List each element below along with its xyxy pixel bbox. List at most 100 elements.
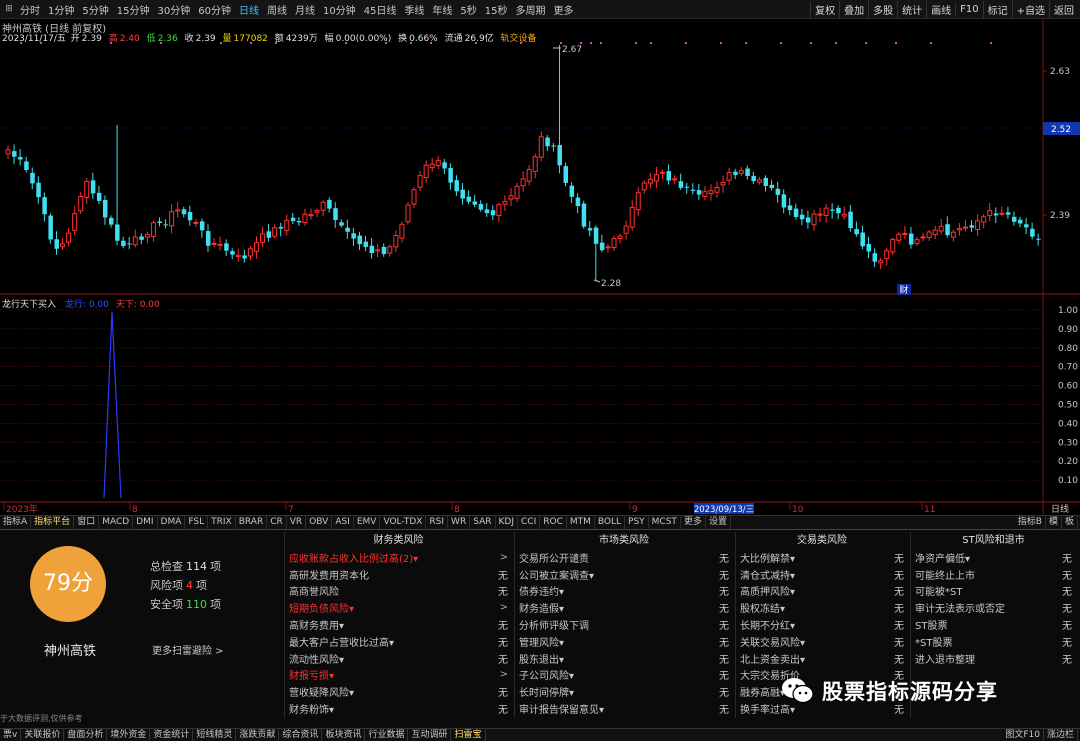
indicator-tab-14[interactable]: VOL-TDX [380, 516, 427, 529]
risk-item[interactable]: 高研发费用资本化 无 [285, 566, 512, 583]
risk-item[interactable]: 高商誉风险 无 [285, 583, 512, 600]
risk-item[interactable]: 审计报告保留意见▾ 无 [515, 700, 733, 717]
risk-item[interactable]: 营收疑降风险▾ 无 [285, 683, 512, 700]
risk-item[interactable]: 可能被*ST 无 [911, 583, 1076, 600]
tool-button-8[interactable]: 返回 [1049, 1, 1078, 18]
indicator-tab-5[interactable]: DMA [158, 516, 186, 529]
indicator-tab-8[interactable]: BRAR [236, 516, 268, 529]
risk-item[interactable]: ST股票 无 [911, 616, 1076, 633]
tool-button-2[interactable]: 多股 [868, 1, 897, 18]
bottom-tab-10[interactable]: 互动调研 [408, 729, 452, 741]
bottom-tab-2[interactable]: 盘面分析 [64, 729, 108, 741]
period-tab-10[interactable]: 45日线 [360, 2, 401, 17]
risk-item[interactable]: 股东退出▾ 无 [515, 650, 733, 667]
risk-item[interactable]: 公司被立案调查▾ 无 [515, 566, 733, 583]
indicator-tab-11[interactable]: OBV [306, 516, 333, 529]
bottom-tab-1[interactable]: 关联报价 [21, 729, 65, 741]
risk-item[interactable]: 财务造假▾ 无 [515, 599, 733, 616]
tool-button-0[interactable]: 复权 [810, 1, 839, 18]
expand-arrow-icon[interactable]: > [500, 669, 508, 680]
bottom-tab-8[interactable]: 板块资讯 [322, 729, 366, 741]
risk-item[interactable]: 分析师评级下调 无 [515, 616, 733, 633]
risk-item[interactable]: 长期不分红▾ 无 [736, 616, 908, 633]
risk-item[interactable]: 进入退市整理 无 [911, 650, 1076, 667]
indicator-tab-21[interactable]: MTM [567, 516, 595, 529]
indicator-tab-26[interactable]: 设置 [706, 516, 731, 529]
indicator-tab-10[interactable]: VR [287, 516, 307, 529]
expand-arrow-icon[interactable]: > [500, 552, 508, 563]
risk-item[interactable]: 大比例解禁▾ 无 [736, 549, 908, 566]
risk-item[interactable]: 交易所公开谴责 无 [515, 549, 733, 566]
period-tab-2[interactable]: 5分钟 [78, 2, 112, 17]
bottom-tab-7[interactable]: 综合资讯 [279, 729, 323, 741]
period-tab-3[interactable]: 15分钟 [113, 2, 154, 17]
period-tab-1[interactable]: 1分钟 [44, 2, 78, 17]
indicator-tab-7[interactable]: TRIX [208, 516, 236, 529]
indicator-tab-0[interactable]: 指标A [0, 516, 32, 529]
risk-item[interactable]: 最大客户占营收比过高▾ 无 [285, 633, 512, 650]
risk-item[interactable]: 债券违约▾ 无 [515, 583, 733, 600]
bottom-tab-5[interactable]: 短线精灵 [193, 729, 237, 741]
indicator-tab-12[interactable]: ASI [332, 516, 354, 529]
bottom-right-tab-1[interactable]: 涨边栏 [1044, 729, 1078, 741]
toolbar-collapse-icon[interactable]: ⊞ [2, 4, 16, 14]
expand-arrow-icon[interactable]: > [500, 602, 508, 613]
period-tab-9[interactable]: 10分钟 [319, 2, 360, 17]
tool-button-6[interactable]: 标记 [982, 1, 1012, 18]
tool-button-4[interactable]: 画线 [926, 1, 955, 18]
risk-item[interactable]: 北上资金卖出▾ 无 [736, 650, 908, 667]
indicator-tab-17[interactable]: SAR [470, 516, 496, 529]
indicator-right-tab-2[interactable]: 板 [1062, 516, 1078, 529]
indicator-tab-19[interactable]: CCI [518, 516, 541, 529]
indicator-tab-22[interactable]: BOLL [595, 516, 626, 529]
risk-item[interactable]: 净资产偏低▾ 无 [911, 549, 1076, 566]
tool-button-1[interactable]: 叠加 [839, 1, 868, 18]
kline-chart[interactable]: 2.632.522.392.522.672.28财1.000.900.800.7… [0, 0, 1080, 515]
indicator-tab-13[interactable]: EMV [354, 516, 381, 529]
risk-item[interactable]: 流动性风险▾ 无 [285, 650, 512, 667]
indicator-right-tab-1[interactable]: 模 [1046, 516, 1062, 529]
indicator-tab-18[interactable]: KDJ [496, 516, 518, 529]
bottom-tab-3[interactable]: 境外资金 [107, 729, 151, 741]
risk-item[interactable]: 财报亏损▾ > [285, 667, 512, 684]
bottom-tab-4[interactable]: 资金统计 [150, 729, 194, 741]
bottom-tab-9[interactable]: 行业数据 [365, 729, 409, 741]
period-tab-13[interactable]: 5秒 [456, 2, 480, 17]
indicator-name[interactable]: 龙行天下买入 [2, 300, 56, 310]
indicator-tab-15[interactable]: RSI [426, 516, 449, 529]
period-tab-12[interactable]: 年线 [428, 2, 456, 17]
risk-item[interactable]: 清仓式减持▾ 无 [736, 566, 908, 583]
bottom-tab-11[interactable]: 扫雷宝 [451, 729, 486, 741]
indicator-tab-4[interactable]: DMI [133, 516, 158, 529]
period-tab-11[interactable]: 季线 [400, 2, 428, 17]
tool-button-7[interactable]: +自选 [1011, 1, 1049, 18]
tool-button-3[interactable]: 统计 [897, 1, 926, 18]
period-tab-5[interactable]: 60分钟 [194, 2, 235, 17]
risk-score-badge[interactable]: 79分 [30, 546, 106, 622]
period-tab-7[interactable]: 周线 [263, 2, 291, 17]
indicator-tab-23[interactable]: PSY [625, 516, 649, 529]
more-scan-link[interactable]: 更多扫雷避险 > [152, 642, 224, 657]
risk-item[interactable]: 子公司风险▾ 无 [515, 667, 733, 684]
period-tab-6[interactable]: 日线 [235, 2, 263, 17]
indicator-tab-6[interactable]: FSL [185, 516, 209, 529]
indicator-tab-24[interactable]: MCST [649, 516, 681, 529]
period-tab-8[interactable]: 月线 [291, 2, 319, 17]
period-tab-4[interactable]: 30分钟 [153, 2, 194, 17]
risk-item[interactable]: 应收账款占收入比例过高(2)▾ > [285, 549, 512, 566]
indicator-tab-1[interactable]: 指标平台 [31, 516, 75, 529]
period-tab-14[interactable]: 15秒 [481, 2, 512, 17]
risk-item[interactable]: 关联交易风险▾ 无 [736, 633, 908, 650]
bottom-tab-0[interactable]: 票v [0, 729, 22, 741]
indicator-tab-25[interactable]: 更多 [681, 516, 706, 529]
indicator-tab-20[interactable]: ROC [540, 516, 567, 529]
indicator-tab-16[interactable]: WR [448, 516, 471, 529]
tool-button-5[interactable]: F10 [955, 3, 982, 16]
risk-item[interactable]: 财务粉饰▾ 无 [285, 700, 512, 717]
risk-item[interactable]: 短期负债风险▾ > [285, 599, 512, 616]
risk-item[interactable]: 股权冻结▾ 无 [736, 599, 908, 616]
risk-item[interactable]: 可能终止上市 无 [911, 566, 1076, 583]
sector-link[interactable]: 轨交设备 [501, 34, 537, 44]
indicator-tab-3[interactable]: MACD [99, 516, 134, 529]
period-tab-16[interactable]: 更多 [550, 2, 578, 17]
